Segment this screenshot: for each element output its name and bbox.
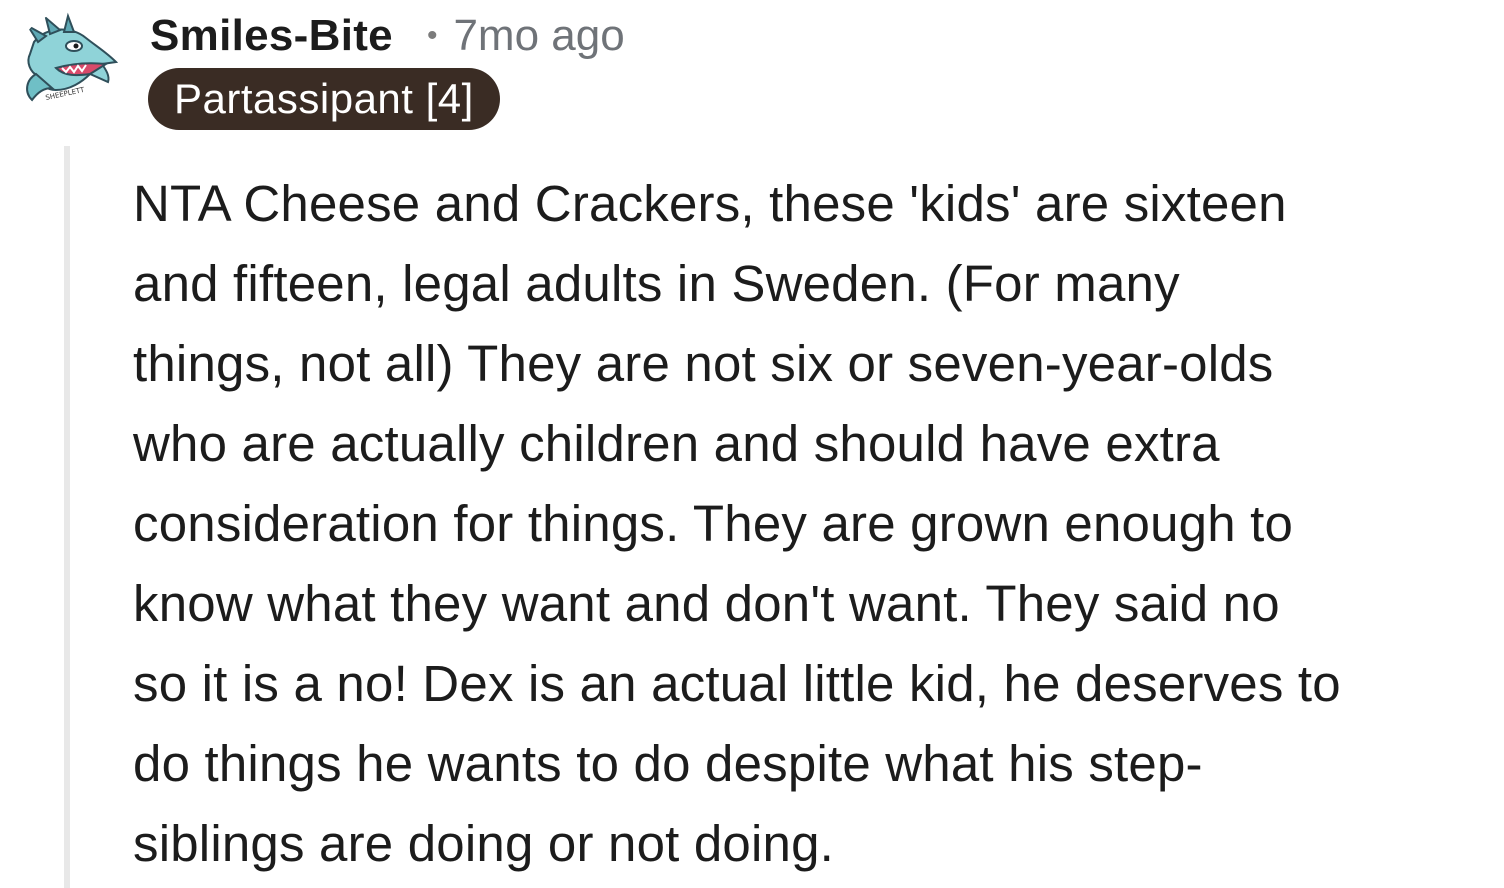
comment-body-line: who are actually children and should hav… bbox=[133, 415, 1220, 472]
comment-body-line: siblings are doing or not doing. bbox=[133, 815, 835, 872]
dragon-avatar-icon: SHEEPLETT bbox=[26, 12, 119, 102]
meta-separator: • bbox=[426, 19, 438, 52]
comment-timestamp[interactable]: 7mo ago bbox=[453, 11, 624, 61]
comment-body-line: know what they want and don't want. They… bbox=[133, 575, 1280, 632]
user-avatar[interactable]: SHEEPLETT bbox=[16, 12, 120, 116]
username-link[interactable]: Smiles-Bite bbox=[150, 11, 393, 61]
comment: SHEEPLETT Smiles-Bite • 7mo ago Partassi… bbox=[0, 0, 1504, 888]
comment-body-line: and fifteen, legal adults in Sweden. (Fo… bbox=[133, 255, 1180, 312]
comment-body-line: consideration for things. They are grown… bbox=[133, 495, 1294, 552]
comment-body-line: things, not all) They are not six or sev… bbox=[133, 335, 1274, 392]
comment-body-line: do things he wants to do despite what hi… bbox=[133, 735, 1203, 792]
comment-meta: Smiles-Bite • 7mo ago bbox=[150, 10, 625, 62]
comment-body-line: NTA Cheese and Crackers, these 'kids' ar… bbox=[133, 175, 1287, 232]
user-flair-badge: Partassipant [4] bbox=[148, 68, 500, 130]
thread-collapse-line[interactable] bbox=[64, 146, 70, 888]
comment-body: NTA Cheese and Crackers, these 'kids' ar… bbox=[133, 164, 1498, 884]
comment-body-line: so it is a no! Dex is an actual little k… bbox=[133, 655, 1341, 712]
